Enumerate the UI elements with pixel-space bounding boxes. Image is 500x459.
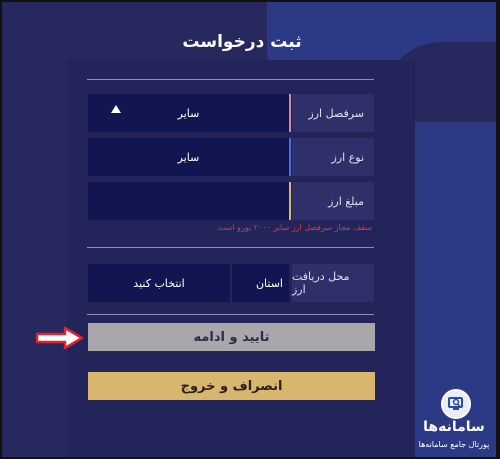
amount-limit-warning: سقف مجاز سرفصل ارز سایر ۲۰۰۰ یورو است xyxy=(217,223,372,232)
amount-label-box: مبلغ ارز xyxy=(292,182,374,220)
receive-place-label: محل دریافت ارز xyxy=(292,270,350,296)
brand-subtitle: پورتال جامع سامانه‌ها xyxy=(418,440,490,449)
currency-type-accent xyxy=(289,138,291,176)
triangle-up-icon[interactable] xyxy=(111,105,121,113)
currency-heading-label-box: سرفصل ارز xyxy=(292,94,374,132)
currency-heading-value: سایر xyxy=(177,106,200,120)
divider-middle xyxy=(87,247,374,248)
brand-name: سامانه‌ها xyxy=(423,419,485,435)
magnifier-icon xyxy=(441,389,471,419)
page-title: ثبت درخواست xyxy=(182,32,302,52)
currency-heading-label: سرفصل ارز xyxy=(308,106,364,120)
window-frame: ثبت درخواست سرفصل ارز سایر نوع ارز سایر … xyxy=(0,0,500,459)
confirm-continue-label: تایید و ادامه xyxy=(193,329,270,345)
currency-type-select[interactable]: سایر xyxy=(88,138,289,176)
currency-heading-select[interactable]: سایر xyxy=(88,94,289,132)
cancel-exit-label: انصراف و خروج xyxy=(180,378,283,394)
red-arrow-icon xyxy=(35,326,84,350)
amount-accent xyxy=(289,182,291,220)
receive-place-label-box: محل دریافت ارز xyxy=(292,264,374,302)
currency-type-label-box: نوع ارز xyxy=(292,138,374,176)
brand-logo: سامانه‌ها پورتال جامع سامانه‌ها xyxy=(406,383,496,457)
divider-top xyxy=(87,79,374,80)
amount-input[interactable] xyxy=(88,182,289,220)
divider-bottom xyxy=(87,314,374,315)
confirm-continue-button[interactable]: تایید و ادامه xyxy=(88,323,375,351)
amount-label: مبلغ ارز xyxy=(328,194,364,208)
province-label: استان xyxy=(255,276,283,290)
cancel-exit-button[interactable]: انصراف و خروج xyxy=(88,372,375,400)
currency-heading-accent xyxy=(289,94,291,132)
currency-type-value: سایر xyxy=(177,150,200,164)
branch-choose-label: انتخاب کنید xyxy=(133,276,185,290)
province-select[interactable]: استان xyxy=(232,264,289,302)
branch-select[interactable]: انتخاب کنید xyxy=(88,264,230,302)
currency-type-label: نوع ارز xyxy=(331,150,364,164)
